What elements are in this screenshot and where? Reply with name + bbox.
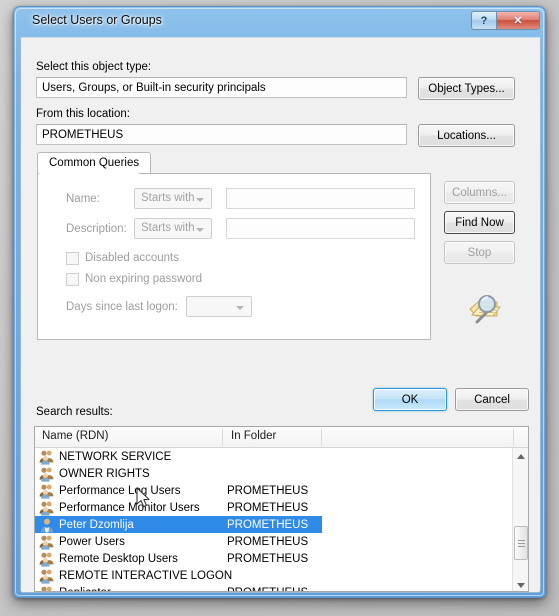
row-folder: PROMETHEUS: [227, 501, 309, 514]
select-users-or-groups-dialog: Select Users or Groups ? ✕ Select this o…: [13, 6, 546, 598]
close-icon[interactable]: ✕: [497, 11, 540, 30]
location-field[interactable]: PROMETHEUS: [36, 124, 407, 145]
row-name: Remote Desktop Users: [59, 552, 178, 565]
name-label: Name:: [66, 193, 100, 205]
group-icon: [39, 551, 55, 567]
stop-button[interactable]: Stop: [444, 241, 515, 264]
chevron-down-icon: [196, 228, 204, 232]
window-controls: ? ✕: [471, 11, 540, 30]
row-name: Performance Monitor Users: [59, 501, 200, 514]
scrollbar-thumb[interactable]: [514, 526, 528, 560]
table-row[interactable]: Peter Dzomlija PROMETHEUS: [35, 516, 322, 533]
table-row[interactable]: Performance Monitor Users PROMETHEUS: [35, 499, 514, 516]
row-folder: PROMETHEUS: [227, 552, 309, 565]
name-operator-value: Starts with: [141, 192, 195, 204]
object-type-label: Select this object type:: [36, 61, 152, 73]
chevron-down-icon: [236, 306, 244, 310]
table-row[interactable]: Remote Desktop Users PROMETHEUS: [35, 550, 514, 567]
table-row[interactable]: NETWORK SERVICE: [35, 448, 514, 465]
group-icon: [39, 483, 55, 499]
row-folder: PROMETHEUS: [227, 587, 308, 592]
non-expiring-password-checkbox[interactable]: [66, 273, 79, 286]
description-input[interactable]: [226, 218, 415, 239]
name-operator-combo[interactable]: Starts with: [134, 188, 212, 209]
dialog-client-area: Select this object type: Users, Groups, …: [20, 37, 541, 593]
table-row[interactable]: Power Users PROMETHEUS: [35, 533, 514, 550]
description-operator-value: Starts with: [141, 222, 195, 234]
group-icon: [39, 534, 55, 550]
column-header-in-folder[interactable]: In Folder: [231, 430, 276, 442]
search-results-label: Search results:: [36, 406, 113, 418]
ok-button[interactable]: OK: [373, 388, 447, 411]
object-types-button[interactable]: Object Types...: [418, 77, 515, 100]
name-input[interactable]: [226, 188, 415, 209]
row-name: OWNER RIGHTS: [59, 467, 150, 480]
tab-strip: Common Queries: [37, 152, 152, 173]
search-results-list[interactable]: Name (RDN) In Folder NETWORK SERVICE OWN…: [34, 426, 529, 592]
column-divider: [513, 429, 514, 446]
user-icon: [39, 517, 55, 533]
column-header-name[interactable]: Name (RDN): [42, 430, 108, 442]
group-icon: [39, 466, 55, 482]
group-icon: [39, 500, 55, 516]
table-row[interactable]: REMOTE INTERACTIVE LOGON: [35, 567, 514, 584]
common-queries-panel: Name: Starts with Description: Starts wi…: [37, 173, 431, 340]
scroll-up-icon[interactable]: [513, 448, 528, 464]
group-icon: [39, 568, 55, 584]
list-header: Name (RDN) In Folder: [35, 427, 528, 448]
help-button[interactable]: ?: [471, 11, 497, 30]
result-rows: NETWORK SERVICE OWNER RIGHTS Performance…: [35, 448, 514, 592]
row-name: Replicator: [59, 587, 111, 592]
cancel-button[interactable]: Cancel: [455, 388, 529, 411]
description-label: Description:: [66, 223, 127, 235]
row-name: NETWORK SERVICE: [59, 450, 172, 463]
location-label: From this location:: [36, 108, 130, 120]
title-bar[interactable]: Select Users or Groups ? ✕: [14, 7, 547, 37]
table-row[interactable]: Performance Log Users PROMETHEUS: [35, 482, 514, 499]
row-name: Peter Dzomlija: [59, 518, 134, 531]
row-folder: PROMETHEUS: [227, 535, 309, 548]
tab-seam: [39, 173, 139, 174]
chevron-down-icon: [196, 198, 204, 202]
column-divider[interactable]: [321, 429, 322, 446]
row-folder: PROMETHEUS: [227, 484, 309, 497]
group-icon: [39, 449, 55, 465]
scrollbar-grip: [518, 540, 525, 547]
scroll-down-icon[interactable]: [513, 577, 528, 591]
column-divider[interactable]: [222, 429, 223, 446]
non-expiring-password-label: Non expiring password: [85, 273, 202, 285]
days-since-logon-label: Days since last logon:: [66, 301, 178, 313]
disabled-accounts-label: Disabled accounts: [85, 252, 179, 264]
table-row[interactable]: OWNER RIGHTS: [35, 465, 514, 482]
tab-common-queries[interactable]: Common Queries: [37, 152, 152, 173]
disabled-accounts-checkbox[interactable]: [66, 252, 79, 265]
group-icon: [39, 585, 55, 591]
row-name: REMOTE INTERACTIVE LOGON: [59, 569, 233, 582]
search-icon: [464, 291, 504, 327]
row-folder: PROMETHEUS: [227, 518, 309, 531]
days-since-logon-combo[interactable]: [186, 296, 252, 317]
find-now-button[interactable]: Find Now: [444, 211, 515, 234]
description-operator-combo[interactable]: Starts with: [134, 218, 212, 239]
row-name: Performance Log Users: [59, 484, 181, 497]
vertical-scrollbar[interactable]: [512, 448, 528, 591]
object-type-field[interactable]: Users, Groups, or Built-in security prin…: [36, 77, 407, 98]
columns-button[interactable]: Columns...: [444, 181, 515, 204]
table-row[interactable]: Replicator PROMETHEUS: [35, 584, 514, 592]
locations-button[interactable]: Locations...: [418, 124, 515, 147]
row-name: Power Users: [59, 535, 125, 548]
window-title: Select Users or Groups: [32, 13, 162, 27]
